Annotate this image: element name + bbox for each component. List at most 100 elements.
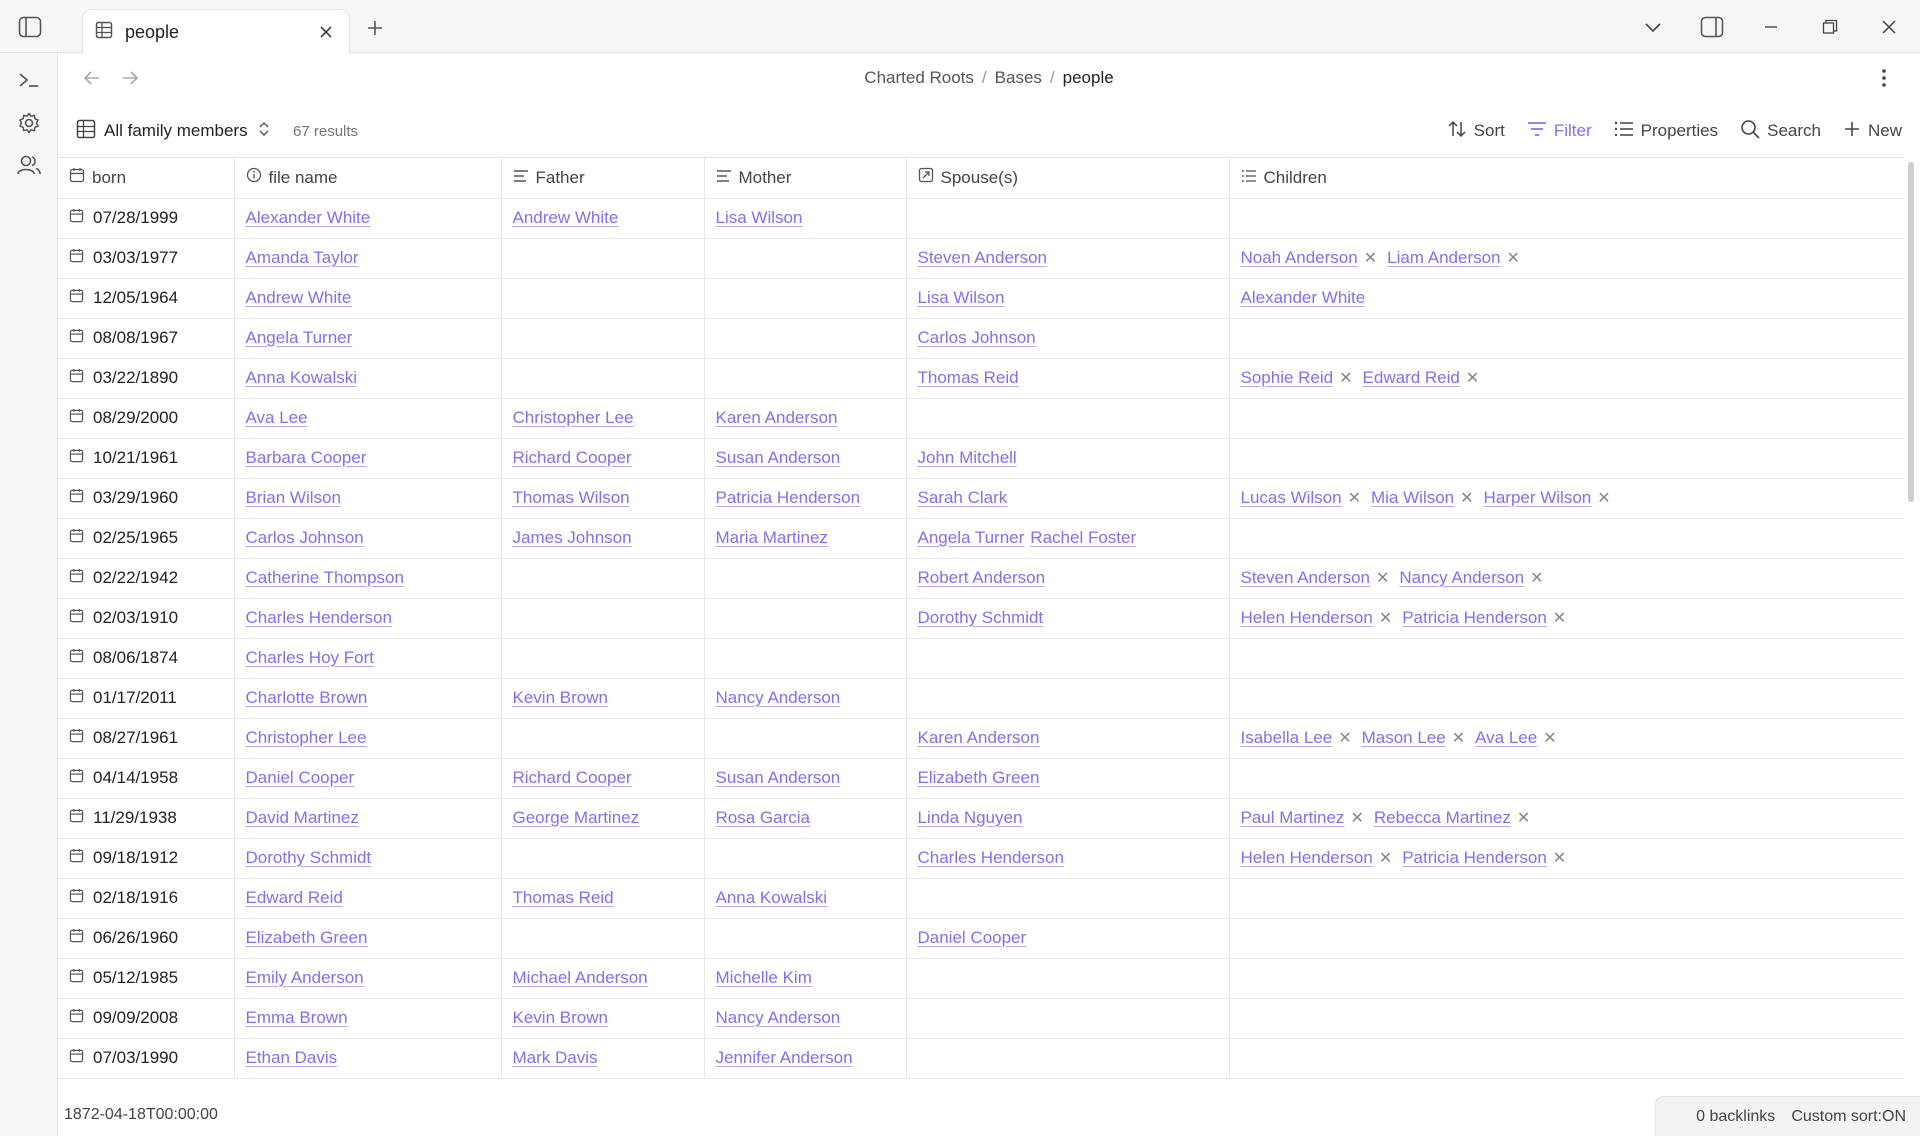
- table-row[interactable]: 01/17/2011 Charlotte Brown Kevin Brown Nanc…: [58, 678, 1904, 719]
- table-row[interactable]: 08/29/2000 Ava Lee Christopher Lee Karen An…: [58, 398, 1904, 439]
- born-cell[interactable]: 01/17/2011: [58, 678, 235, 719]
- remove-icon[interactable]: ✕: [1597, 488, 1610, 508]
- file-name-cell[interactable]: Andrew White: [234, 278, 502, 319]
- file-name-cell[interactable]: Charles Henderson: [234, 598, 502, 639]
- spouses-cell[interactable]: [906, 998, 1230, 1039]
- mother-link[interactable]: Anna Kowalski: [716, 888, 828, 907]
- vertical-scrollbar[interactable]: [1908, 162, 1914, 502]
- mother-cell[interactable]: Jennifer Anderson: [704, 1038, 907, 1079]
- file-name-cell[interactable]: Angela Turner: [234, 318, 502, 359]
- spouse-link[interactable]: Steven Anderson: [918, 248, 1047, 267]
- born-cell[interactable]: 11/29/1938: [58, 798, 235, 839]
- spouses-cell[interactable]: Daniel Cooper: [906, 918, 1230, 959]
- born-cell[interactable]: 03/03/1977: [58, 238, 235, 279]
- breadcrumb-item[interactable]: Charted Roots: [864, 68, 974, 87]
- new-button[interactable]: New: [1843, 120, 1902, 143]
- spouse-link[interactable]: Lisa Wilson: [918, 288, 1005, 307]
- child-link[interactable]: Edward Reid: [1363, 368, 1460, 388]
- file-name-cell[interactable]: Ava Lee: [234, 398, 502, 439]
- file-name-cell[interactable]: Edward Reid: [234, 878, 502, 919]
- born-cell[interactable]: 04/14/1958: [58, 758, 235, 799]
- file-name-cell[interactable]: Amanda Taylor: [234, 238, 502, 279]
- table-row[interactable]: 09/18/1912 Dorothy Schmidt Charles Henders…: [58, 838, 1904, 879]
- born-cell[interactable]: 06/26/1960: [58, 918, 235, 959]
- children-cell[interactable]: [1229, 918, 1904, 959]
- children-cell[interactable]: Alexander White: [1229, 278, 1904, 319]
- father-link[interactable]: Richard Cooper: [513, 448, 632, 467]
- person-link[interactable]: Charles Henderson: [246, 608, 392, 627]
- child-link[interactable]: Ava Lee: [1475, 728, 1537, 748]
- spouse-link[interactable]: Sarah Clark: [918, 488, 1008, 507]
- mother-link[interactable]: Patricia Henderson: [716, 488, 861, 507]
- calendar-icon[interactable]: [69, 248, 93, 268]
- father-cell[interactable]: Richard Cooper: [501, 438, 705, 479]
- calendar-icon[interactable]: [69, 968, 93, 988]
- father-cell[interactable]: [501, 638, 705, 679]
- father-link[interactable]: Thomas Reid: [513, 888, 614, 907]
- remove-icon[interactable]: ✕: [1376, 568, 1389, 588]
- father-cell[interactable]: [501, 838, 705, 879]
- restore-icon[interactable]: [1808, 7, 1852, 47]
- spouses-cell[interactable]: Karen Anderson: [906, 718, 1230, 759]
- chevron-down-icon[interactable]: [1631, 7, 1675, 47]
- spouses-cell[interactable]: Sarah Clark: [906, 478, 1230, 519]
- file-name-cell[interactable]: Anna Kowalski: [234, 358, 502, 399]
- mother-link[interactable]: Nancy Anderson: [716, 688, 841, 707]
- spouse-link[interactable]: Daniel Cooper: [918, 928, 1027, 947]
- father-link[interactable]: Kevin Brown: [513, 688, 608, 707]
- born-cell[interactable]: 09/09/2008: [58, 998, 235, 1039]
- table-row[interactable]: 12/05/1964 Andrew White Lisa Wilson Alexand…: [58, 278, 1904, 319]
- mother-cell[interactable]: [704, 278, 907, 319]
- father-link[interactable]: Richard Cooper: [513, 768, 632, 787]
- father-link[interactable]: Mark Davis: [513, 1048, 598, 1067]
- mother-cell[interactable]: [704, 918, 907, 959]
- spouses-cell[interactable]: Thomas Reid: [906, 358, 1230, 399]
- mother-cell[interactable]: [704, 318, 907, 359]
- table-row[interactable]: 03/22/1890 Anna Kowalski Thomas Reid Sophie…: [58, 358, 1904, 399]
- mother-link[interactable]: Lisa Wilson: [716, 208, 803, 227]
- breadcrumb-item[interactable]: Bases: [995, 68, 1042, 87]
- person-link[interactable]: Daniel Cooper: [246, 768, 355, 787]
- file-name-cell[interactable]: David Martinez: [234, 798, 502, 839]
- children-cell[interactable]: Helen Henderson ✕ Patricia Henderson ✕: [1229, 598, 1904, 639]
- remove-icon[interactable]: ✕: [1530, 568, 1543, 588]
- search-button[interactable]: Search: [1740, 119, 1821, 144]
- person-link[interactable]: Edward Reid: [246, 888, 343, 907]
- file-name-cell[interactable]: Catherine Thompson: [234, 558, 502, 599]
- father-cell[interactable]: Richard Cooper: [501, 758, 705, 799]
- father-cell[interactable]: [501, 278, 705, 319]
- mother-cell[interactable]: [704, 718, 907, 759]
- table-row[interactable]: 10/21/1961 Barbara Cooper Richard Cooper Su…: [58, 438, 1904, 479]
- table-row[interactable]: 08/06/1874 Charles Hoy Fort: [58, 638, 1904, 679]
- calendar-icon[interactable]: [69, 1008, 93, 1028]
- child-link[interactable]: Rebecca Martinez: [1374, 808, 1511, 828]
- child-link[interactable]: Nancy Anderson: [1399, 568, 1524, 588]
- breadcrumb-current[interactable]: people: [1063, 68, 1114, 87]
- mother-link[interactable]: Karen Anderson: [716, 408, 838, 427]
- born-cell[interactable]: 03/22/1890: [58, 358, 235, 399]
- father-link[interactable]: Christopher Lee: [513, 408, 634, 427]
- column-header-father[interactable]: Father: [501, 158, 705, 199]
- mother-link[interactable]: Jennifer Anderson: [716, 1048, 853, 1067]
- mother-link[interactable]: Rosa Garcia: [716, 808, 810, 827]
- spouses-cell[interactable]: [906, 398, 1230, 439]
- remove-icon[interactable]: ✕: [1460, 488, 1473, 508]
- spouses-cell[interactable]: [906, 198, 1230, 239]
- table-row[interactable]: 08/27/1961 Christopher Lee Karen Anderson I…: [58, 718, 1904, 759]
- child-link[interactable]: Helen Henderson: [1241, 848, 1373, 868]
- file-name-cell[interactable]: Carlos Johnson: [234, 518, 502, 559]
- child-link[interactable]: Patricia Henderson: [1402, 608, 1547, 628]
- mother-cell[interactable]: [704, 358, 907, 399]
- calendar-icon[interactable]: [69, 408, 93, 428]
- file-name-cell[interactable]: Charles Hoy Fort: [234, 638, 502, 679]
- remove-icon[interactable]: ✕: [1379, 608, 1392, 628]
- father-cell[interactable]: [501, 318, 705, 359]
- mother-cell[interactable]: Anna Kowalski: [704, 878, 907, 919]
- spouses-cell[interactable]: [906, 958, 1230, 999]
- father-cell[interactable]: [501, 718, 705, 759]
- person-link[interactable]: Alexander White: [246, 208, 371, 227]
- father-cell[interactable]: James Johnson: [501, 518, 705, 559]
- file-name-cell[interactable]: Barbara Cooper: [234, 438, 502, 479]
- children-cell[interactable]: Lucas Wilson ✕ Mia Wilson ✕ Harper Wilson ✕: [1229, 478, 1904, 519]
- father-cell[interactable]: [501, 558, 705, 599]
